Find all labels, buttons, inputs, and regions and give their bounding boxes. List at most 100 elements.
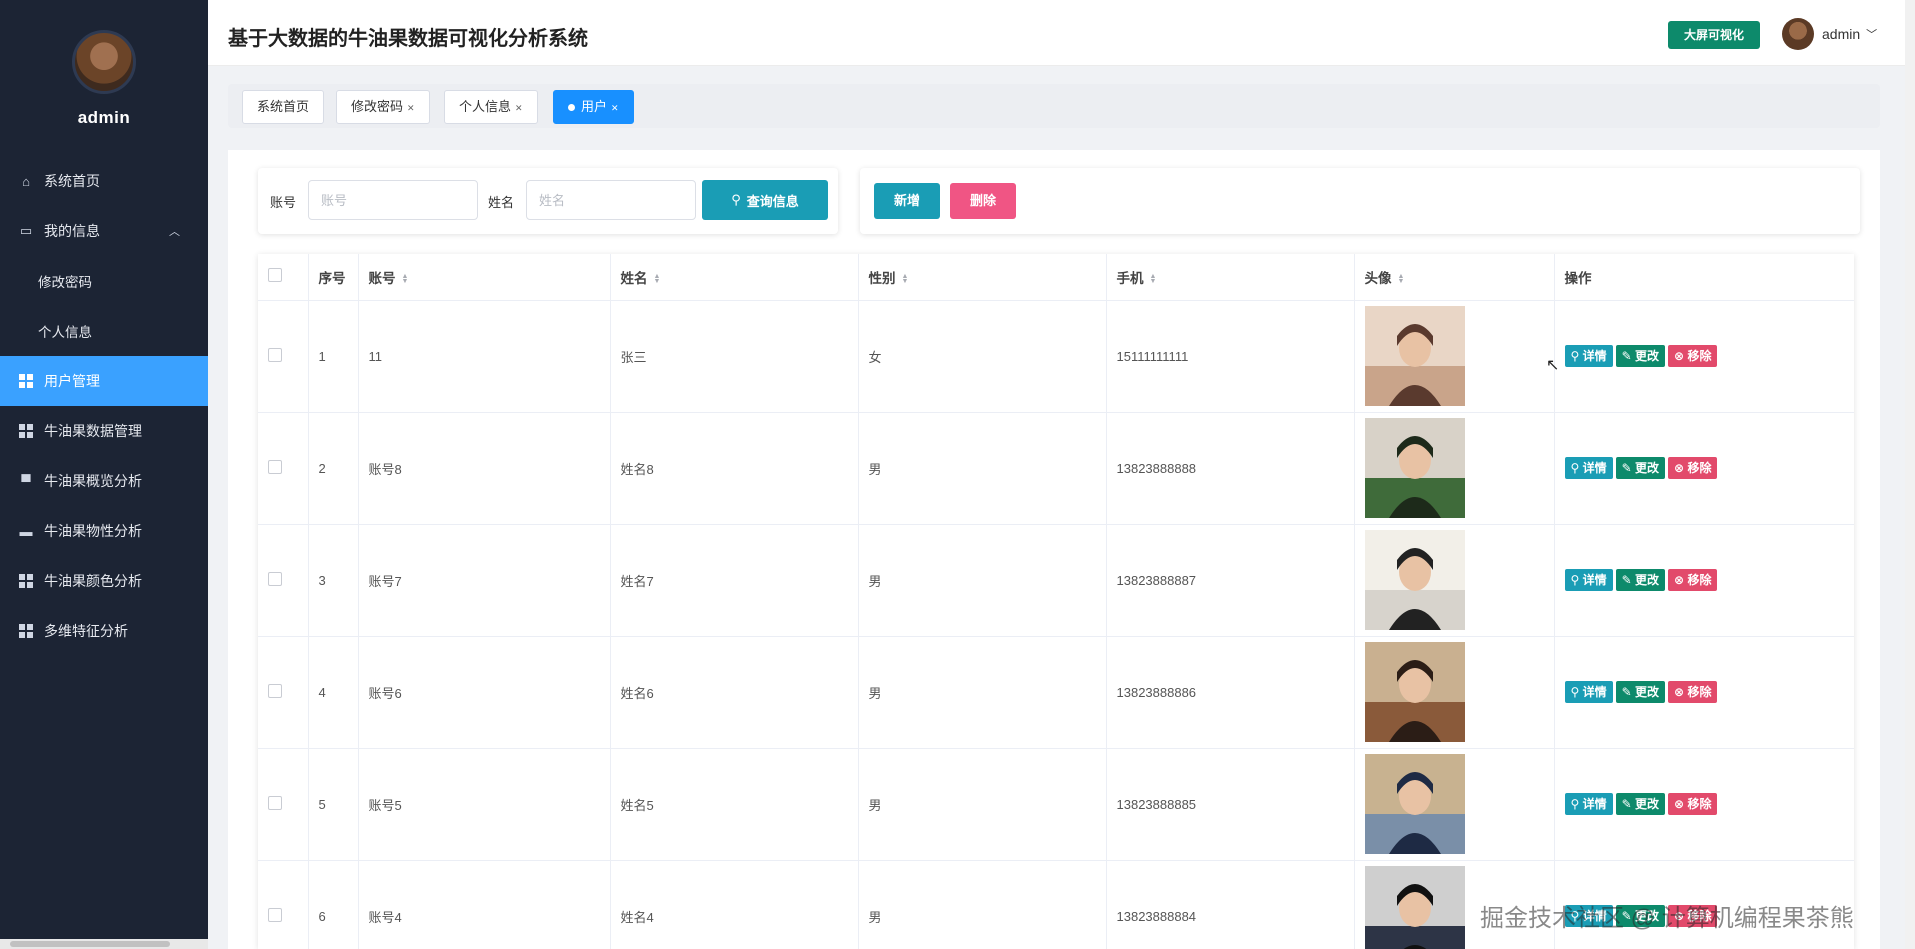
sort-icon[interactable]: ▲ ▼ — [654, 273, 661, 285]
edit-button[interactable]: ✎ 更改 — [1615, 793, 1666, 815]
tab-label: 个人信息 — [459, 99, 512, 114]
table-row[interactable]: 4 账号6 姓名6 男 13823888886 ⚲ 详情 ✎ 更改 ⊗ 移除 — [258, 636, 1854, 749]
page-scrollbar[interactable] — [1905, 0, 1915, 949]
col-header-name[interactable]: 姓名 ▲ ▼ — [610, 254, 859, 301]
row-checkbox[interactable] — [268, 683, 282, 698]
tab-users[interactable]: 用户 ✕ — [553, 90, 634, 124]
edit-button[interactable]: ✎ 更改 — [1615, 569, 1666, 591]
user-menu[interactable]: admin ﹀ — [1782, 18, 1877, 50]
cell-phone: 13823888888 — [1106, 412, 1355, 525]
detail-button[interactable]: ⚲ 详情 — [1564, 345, 1613, 367]
row-select-cell — [258, 636, 309, 749]
row-checkbox[interactable] — [268, 459, 282, 474]
account-input[interactable] — [308, 180, 478, 220]
col-header-avatar[interactable]: 头像 ▲ ▼ — [1354, 254, 1555, 301]
sidebar-item-avocado-overview[interactable]: ▀ 牛油果概览分析 — [0, 456, 208, 506]
remove-button[interactable]: ⊗ 移除 — [1668, 793, 1718, 815]
edit-label: 更改 — [1635, 685, 1660, 699]
big-screen-button[interactable]: 大屏可视化 — [1668, 21, 1761, 49]
cell-phone: 13823888887 — [1106, 524, 1355, 637]
add-button[interactable]: 新增 — [874, 183, 940, 219]
row-checkbox[interactable] — [268, 571, 282, 586]
close-icon[interactable]: ✕ — [515, 103, 523, 113]
sort-icon[interactable]: ▲ ▼ — [1398, 273, 1405, 285]
detail-button[interactable]: ⚲ 详情 — [1564, 569, 1613, 591]
tab-label: 系统首页 — [257, 99, 310, 114]
edit-button[interactable]: ✎ 更改 — [1615, 457, 1666, 479]
home-icon: ⌂ — [22, 173, 30, 189]
avatar-photo[interactable] — [1364, 754, 1465, 854]
edit-button[interactable]: ✎ 更改 — [1615, 345, 1666, 367]
tab-home[interactable]: 系统首页 — [242, 90, 325, 124]
close-icon[interactable]: ✕ — [407, 103, 415, 113]
edit-button[interactable]: ✎ 更改 — [1615, 681, 1666, 703]
sidebar-item-multidim[interactable]: 多维特征分析 — [0, 606, 208, 656]
sort-icon[interactable]: ▲ ▼ — [402, 273, 409, 285]
cell-actions: ⚲ 详情 ✎ 更改 ⊗ 移除 — [1554, 412, 1854, 525]
avatar-photo[interactable] — [1364, 306, 1465, 406]
cell-account: 11 — [358, 300, 611, 413]
grid-icon — [18, 373, 34, 389]
query-button[interactable]: ⚲ 查询信息 — [702, 180, 828, 220]
remove-label: 移除 — [1687, 797, 1712, 811]
remove-button[interactable]: ⊗ 移除 — [1668, 457, 1718, 479]
row-checkbox[interactable] — [268, 347, 282, 362]
remove-button[interactable]: ⊗ 移除 — [1668, 345, 1718, 367]
col-header-gender[interactable]: 性别 ▲ ▼ — [858, 254, 1107, 301]
col-header-account[interactable]: 账号 ▲ ▼ — [358, 254, 611, 301]
cell-actions: ⚲ 详情 ✎ 更改 ⊗ 移除 — [1554, 636, 1854, 749]
table-row[interactable]: 3 账号7 姓名7 男 13823888887 ⚲ 详情 ✎ 更改 ⊗ 移除 — [258, 524, 1854, 637]
remove-label: 移除 — [1687, 573, 1712, 587]
avatar — [1782, 18, 1814, 50]
close-icon[interactable]: ✕ — [611, 103, 619, 113]
cell-name: 张三 — [610, 300, 859, 413]
remove-button[interactable]: ⊗ 移除 — [1668, 569, 1718, 591]
table-row[interactable]: 2 账号8 姓名8 男 13823888888 ⚲ 详情 ✎ 更改 ⊗ 移除 — [258, 412, 1854, 525]
avatar-photo[interactable] — [1364, 642, 1465, 742]
select-all-checkbox[interactable] — [268, 268, 282, 283]
sidebar-item-avocado-properties[interactable]: ▬ 牛油果物性分析 — [0, 506, 208, 556]
row-checkbox[interactable] — [268, 907, 282, 922]
sidebar-item-label: 我的信息 — [44, 223, 100, 239]
tab-change-password[interactable]: 修改密码 ✕ — [336, 90, 430, 124]
select-all-cell — [258, 254, 309, 301]
edit-label: 更改 — [1635, 573, 1660, 587]
delete-button[interactable]: 删除 — [950, 183, 1016, 219]
detail-button[interactable]: ⚲ 详情 — [1564, 457, 1613, 479]
remove-label: 移除 — [1687, 461, 1712, 475]
cell-avatar — [1354, 524, 1555, 637]
sidebar-item-home[interactable]: ⌂ 系统首页 — [0, 156, 208, 206]
table-row[interactable]: 1 11 张三女 15111111111 ⚲ 详情 ✎ 更改 ⊗ 移除 — [258, 300, 1854, 413]
avatar-photo[interactable] — [1364, 866, 1465, 949]
name-input[interactable] — [526, 180, 696, 220]
remove-button[interactable]: ⊗ 移除 — [1668, 681, 1718, 703]
row-checkbox[interactable] — [268, 795, 282, 810]
sort-icon[interactable]: ▲ ▼ — [902, 273, 909, 285]
avatar-photo[interactable] — [1364, 530, 1465, 630]
table-row[interactable]: 5 账号5 姓名5 男 13823888885 ⚲ 详情 ✎ 更改 ⊗ 移除 — [258, 748, 1854, 861]
scrollbar-thumb[interactable] — [10, 941, 170, 947]
cell-no: 3 — [308, 524, 359, 637]
sidebar-item-label: 牛油果颜色分析 — [44, 573, 142, 589]
cell-phone: 13823888884 — [1106, 860, 1355, 949]
sidebar-item-user-management[interactable]: 用户管理 — [0, 356, 208, 406]
sidebar-item-personal-info[interactable]: 个人信息 — [0, 306, 208, 356]
sidebar-item-avocado-data[interactable]: 牛油果数据管理 — [0, 406, 208, 456]
cell-actions: ⚲ 详情 ✎ 更改 ⊗ 移除 — [1554, 748, 1854, 861]
user-table: 序号 账号 ▲ ▼ 姓名 ▲ ▼ 性别 ▲ ▼ 手机 ▲ ▼ 头像 ▲ ▼ 操作 1 11 张三女 151… — [258, 254, 1854, 949]
tab-personal-info[interactable]: 个人信息 ✕ — [444, 90, 538, 124]
sidebar-item-my-info[interactable]: ▭ 我的信息 ︿ — [0, 206, 208, 256]
avatar[interactable] — [72, 30, 136, 94]
col-header-phone[interactable]: 手机 ▲ ▼ — [1106, 254, 1355, 301]
detail-button[interactable]: ⚲ 详情 — [1564, 793, 1613, 815]
cell-avatar — [1354, 300, 1555, 413]
detail-button[interactable]: ⚲ 详情 — [1564, 681, 1613, 703]
sidebar-item-change-password[interactable]: 修改密码 — [0, 256, 208, 306]
sidebar-item-avocado-color[interactable]: 牛油果颜色分析 — [0, 556, 208, 606]
sidebar-item-label: 多维特征分析 — [44, 623, 128, 639]
cell-no: 4 — [308, 636, 359, 749]
avatar-photo[interactable] — [1364, 418, 1465, 518]
sort-icon[interactable]: ▲ ▼ — [1150, 273, 1157, 285]
sidebar-scrollbar[interactable] — [0, 939, 208, 949]
cell-account: 账号5 — [358, 748, 611, 861]
